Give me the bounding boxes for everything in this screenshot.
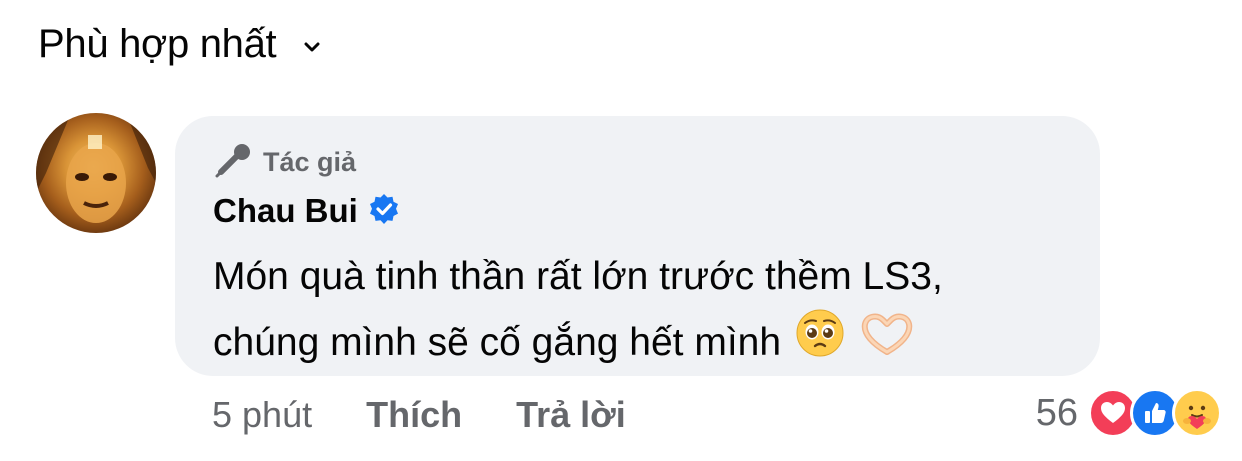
care-reaction-icon	[1172, 388, 1222, 438]
author-badge: Tác giả	[213, 142, 356, 183]
verified-badge-icon	[368, 193, 400, 230]
chevron-down-icon	[304, 40, 320, 58]
reaction-summary[interactable]: 56	[1036, 388, 1222, 438]
author-tag: Tác giả	[263, 147, 357, 177]
comment-text: Món quà tinh thần rất lớn trước thềm LS3…	[213, 246, 1083, 377]
comment-timestamp[interactable]: 5 phút	[212, 394, 312, 436]
comment-line-2: chúng mình sẽ cố gắng hết mình	[213, 320, 782, 364]
sort-dropdown[interactable]: Phù hợp nhất	[38, 22, 320, 67]
microphone-icon	[213, 142, 253, 183]
reaction-count: 56	[1035, 391, 1078, 434]
reply-button[interactable]: Trả lời	[516, 394, 626, 436]
author-name[interactable]: Chau Bui	[213, 192, 358, 230]
comment-line-1: Món quà tinh thần rất lớn trước thềm LS3…	[213, 255, 943, 298]
pleading-face-emoji-icon	[795, 308, 845, 377]
heart-hands-emoji-icon	[859, 308, 915, 377]
like-button[interactable]: Thích	[366, 394, 462, 436]
avatar[interactable]	[36, 113, 156, 233]
sort-label: Phù hợp nhất	[38, 22, 277, 66]
comment-bubble: Tác giả Chau Bui Món quà tinh thần rất l…	[175, 116, 1100, 376]
